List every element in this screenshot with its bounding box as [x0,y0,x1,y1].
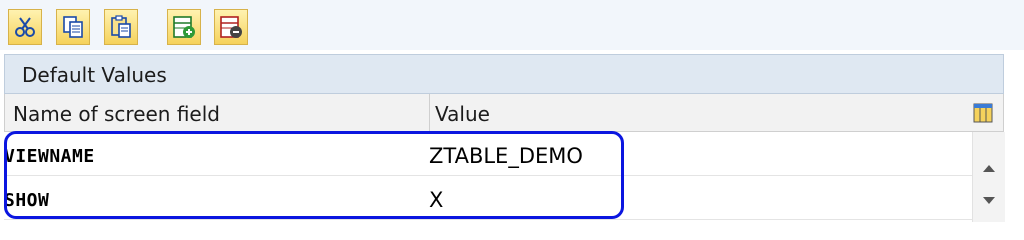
toolbar [0,0,1024,50]
column-settings-icon[interactable] [973,103,993,127]
column-header-name[interactable]: Name of screen field [13,102,220,126]
cut-button[interactable] [8,9,42,45]
row-name-cell[interactable]: SHOW [4,190,49,211]
delete-row-button[interactable] [214,9,248,45]
scroll-down-icon[interactable] [983,197,995,204]
copy-icon [61,15,85,39]
delete-row-icon [219,15,243,39]
grid-body: VIEWNAME ZTABLE_DEMO SHOW X [4,132,972,222]
column-separator[interactable] [429,94,430,131]
panel-title: Default Values [22,63,167,87]
paste-button[interactable] [104,9,138,45]
scissors-icon [13,15,37,39]
row-name-cell[interactable]: VIEWNAME [4,146,95,167]
insert-row-icon [172,15,196,39]
paste-icon [109,15,133,39]
table-row[interactable]: SHOW X [4,176,972,220]
row-value-cell[interactable]: X [429,188,443,212]
column-header-value[interactable]: Value [435,102,490,126]
grid-header: Name of screen field Value [4,94,1004,132]
table-row[interactable]: VIEWNAME ZTABLE_DEMO [4,132,972,176]
scroll-up-icon[interactable] [983,165,995,172]
row-value-cell[interactable]: ZTABLE_DEMO [429,144,583,168]
panel-header: Default Values [4,54,1004,94]
insert-row-button[interactable] [167,9,201,45]
vertical-scrollbar[interactable] [972,132,1005,222]
copy-button[interactable] [56,9,90,45]
